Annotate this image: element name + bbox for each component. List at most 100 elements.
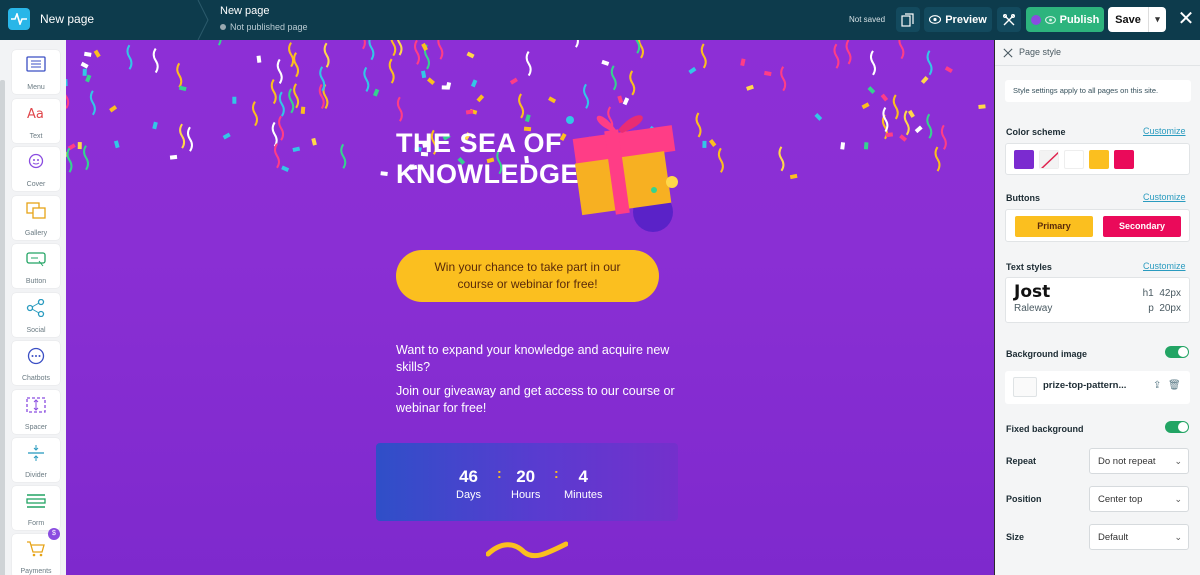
save-options-button[interactable]: ▾ [1148, 7, 1166, 32]
pulse-icon [11, 13, 27, 25]
page-headline[interactable]: THE SEA OF KNOWLEDGE [396, 128, 579, 190]
paragraph-2[interactable]: Join our giveaway and get access to our … [396, 383, 676, 417]
color-swatch[interactable] [1064, 150, 1084, 169]
text-styles-label: Text styles [1006, 262, 1052, 272]
gift-box-image [566, 115, 678, 232]
confetti-piece [288, 88, 295, 114]
confetti-piece [907, 109, 915, 118]
color-swatch[interactable] [1114, 150, 1134, 169]
customize-text-link[interactable]: Customize [1143, 261, 1186, 271]
confetti-piece [288, 42, 295, 68]
confetti-piece [169, 154, 178, 160]
pages-button[interactable] [896, 7, 920, 32]
fixed-background-toggle[interactable] [1165, 421, 1189, 433]
preview-button[interactable]: Preview [924, 7, 992, 32]
confetti-piece [780, 66, 787, 92]
tool-label: Spacer [24, 424, 48, 431]
confetti-piece [252, 101, 259, 127]
primary-button-preview[interactable]: Primary [1015, 216, 1093, 237]
color-swatch[interactable] [1014, 150, 1034, 169]
tool-gallery[interactable]: Gallery [12, 196, 60, 240]
page-name[interactable]: New page [220, 5, 270, 17]
tool-cover[interactable]: Cover [12, 147, 60, 191]
confetti-piece [509, 77, 518, 85]
blocks-panel: Menu Aa Text Cover Gallery Button Social… [0, 40, 66, 575]
confetti-piece [880, 93, 889, 102]
eye-icon [929, 15, 942, 24]
secondary-button-preview[interactable]: Secondary [1103, 216, 1181, 237]
tool-form[interactable]: Form [12, 486, 60, 530]
color-swatch[interactable] [1089, 150, 1109, 169]
background-image-label: Background image [1006, 349, 1088, 359]
confetti-piece [82, 68, 87, 76]
tool-menu[interactable]: Menu [12, 50, 60, 94]
countdown-minutes: 4 Minutes [564, 467, 603, 501]
app-title[interactable]: New page [40, 12, 94, 26]
trash-icon[interactable]: 🗑 [1168, 380, 1181, 391]
spacer-icon [26, 397, 46, 413]
tool-social[interactable]: Social [12, 293, 60, 337]
tool-spacer[interactable]: Spacer [12, 390, 60, 434]
customize-colors-link[interactable]: Customize [1143, 126, 1186, 136]
h1-tag: h1 [1142, 288, 1154, 299]
social-icon [26, 299, 45, 317]
confetti-piece [518, 93, 525, 119]
close-button[interactable]: ✕ [1176, 9, 1196, 29]
headline-line-1: THE SEA OF [396, 128, 563, 158]
minutes-value: 4 [578, 467, 588, 486]
tool-payments[interactable]: $ Payments [12, 528, 60, 575]
position-value: Center top [1098, 494, 1143, 505]
size-select[interactable]: Default ⌄ [1089, 524, 1189, 550]
confetti-piece [109, 105, 118, 113]
confetti-piece [861, 102, 870, 110]
countdown-timer[interactable]: 46 Days : 20 Hours : 4 Minutes [376, 443, 678, 521]
color-scheme-swatches[interactable] [1005, 143, 1190, 175]
star-badge-icon [1030, 14, 1041, 25]
confetti-piece [281, 165, 290, 172]
confetti-piece [548, 96, 557, 104]
confetti-piece [525, 51, 532, 77]
confetti-piece [635, 40, 641, 54]
tool-button[interactable]: Button [12, 244, 60, 288]
buttons-label: Buttons [1006, 193, 1040, 203]
blocks-scrollbar[interactable] [0, 80, 5, 575]
confetti-piece [176, 62, 183, 88]
position-select[interactable]: Center top ⌄ [1089, 486, 1189, 512]
publish-button[interactable]: Publish [1026, 7, 1104, 32]
confetti-piece [293, 83, 300, 109]
confetti-piece [524, 114, 531, 123]
headline-line-2: KNOWLEDGE [396, 159, 579, 189]
save-button[interactable]: Save [1108, 7, 1148, 32]
confetti-piece [688, 66, 697, 75]
cta-banner[interactable]: Win your chance to take part in our cour… [396, 250, 659, 302]
confetti-piece [93, 49, 101, 58]
paragraph-1[interactable]: Want to expand your knowledge and acquir… [396, 342, 676, 376]
confetti-piece [914, 125, 923, 134]
tool-divider[interactable]: Divider [12, 438, 60, 482]
confetti-piece [292, 146, 301, 153]
confetti-piece [232, 96, 237, 104]
text-styles-preview[interactable]: Jost Raleway h1 42px p 20px [1005, 277, 1190, 323]
confetti-piece [702, 140, 707, 148]
file-name: prize-top-pattern... [1043, 380, 1127, 391]
settings-button[interactable] [997, 7, 1021, 32]
background-image-file[interactable]: prize-top-pattern... ⇪ 🗑 [1005, 371, 1190, 404]
confetti-piece [764, 70, 772, 77]
customize-buttons-link[interactable]: Customize [1143, 192, 1186, 202]
buttons-preview[interactable]: Primary Secondary [1005, 209, 1190, 242]
confetti-piece [840, 142, 846, 150]
tools-icon [1003, 13, 1015, 25]
app-logo[interactable] [8, 8, 30, 30]
background-image-toggle[interactable] [1165, 346, 1189, 358]
confetti-piece [629, 70, 636, 96]
tool-chatbots[interactable]: Chatbots [12, 341, 60, 385]
upload-icon[interactable]: ⇪ [1153, 380, 1161, 391]
squiggle-decoration [486, 541, 568, 559]
confetti-piece [396, 40, 403, 56]
page-canvas[interactable]: THE SEA OF KNOWLEDGE Win your chance to … [66, 40, 994, 575]
transparent-swatch[interactable] [1039, 150, 1059, 169]
confetti-piece [256, 55, 262, 63]
tool-text[interactable]: Aa Text [12, 99, 60, 143]
confetti-piece [311, 137, 317, 146]
repeat-select[interactable]: Do not repeat ⌄ [1089, 448, 1189, 474]
